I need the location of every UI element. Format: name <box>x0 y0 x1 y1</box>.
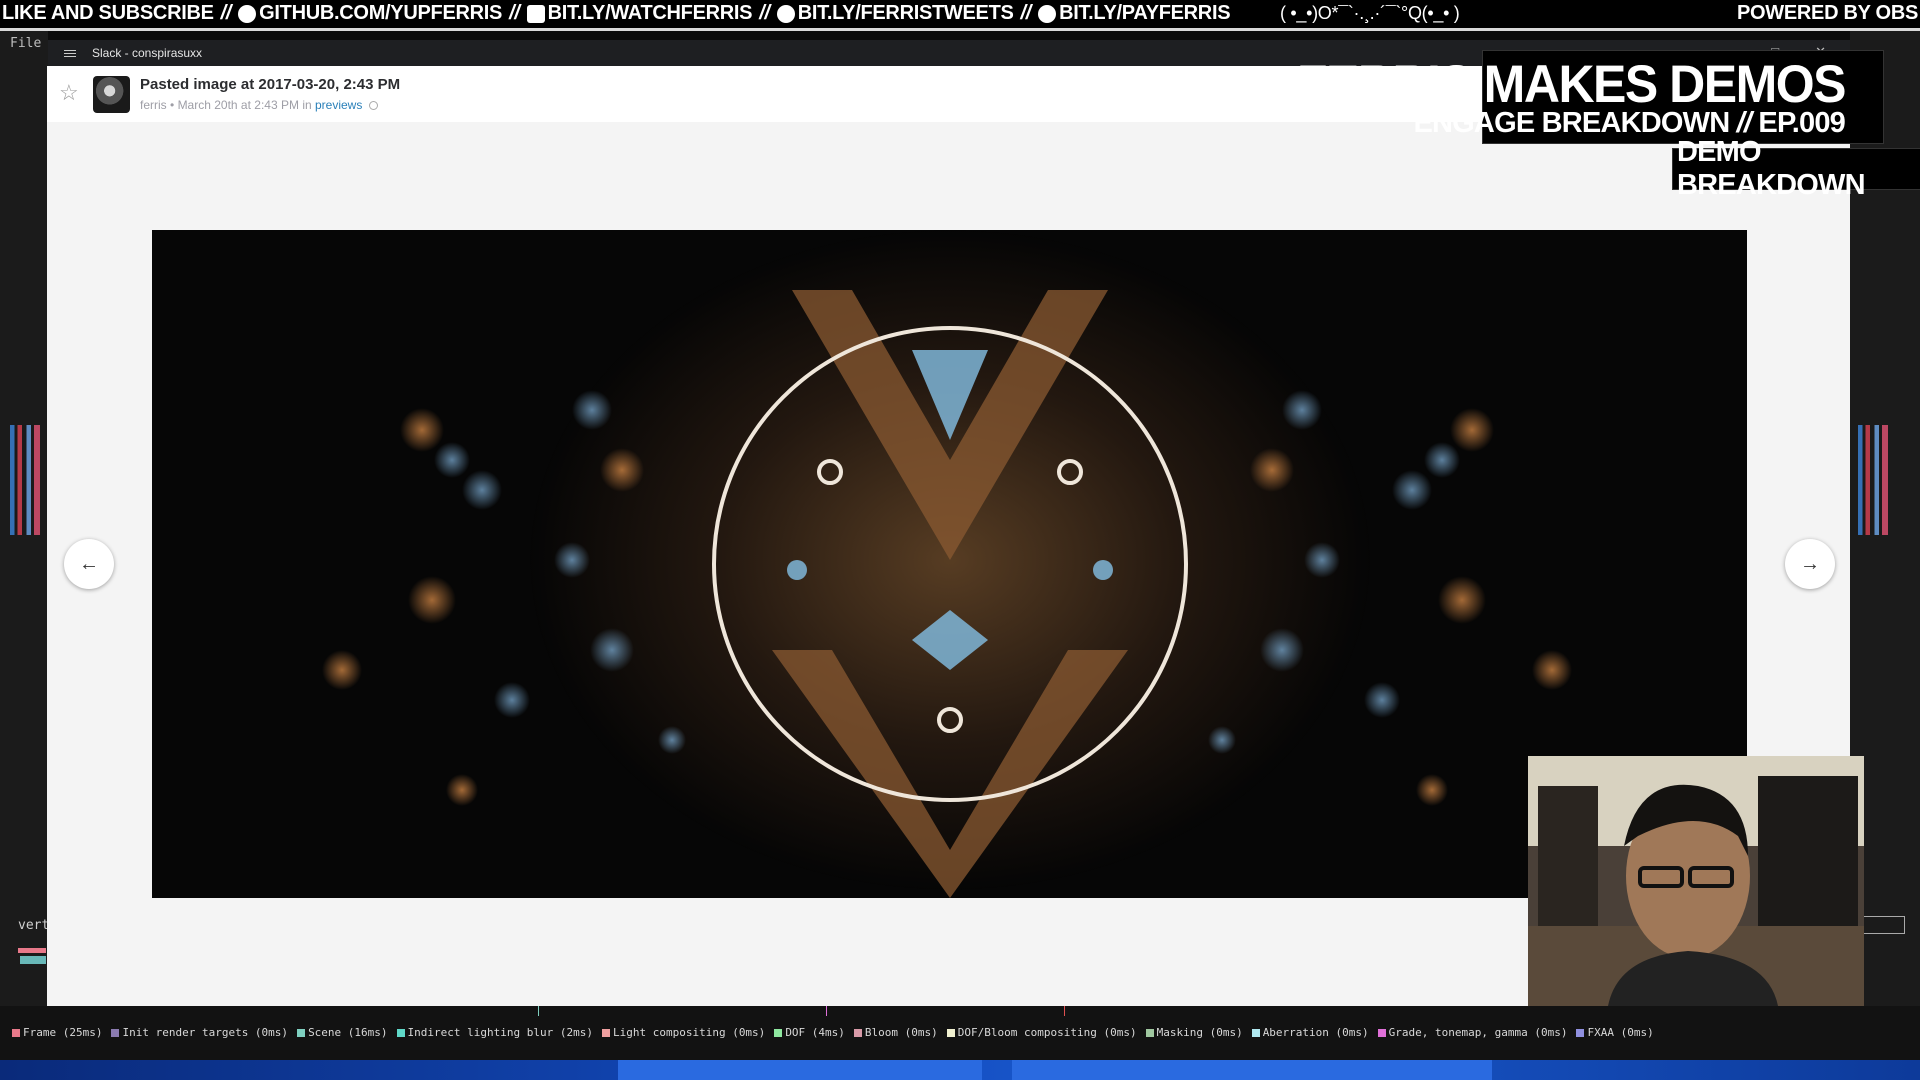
banner-link-twitter: BIT.LY/FERRISTWEETS <box>776 2 1014 25</box>
segment-label: DEMO BREAKDOWN <box>1677 136 1866 201</box>
webcam-image <box>1528 756 1864 1006</box>
window-title: Slack - conspirasuxx <box>92 46 203 60</box>
editor-preview-edge-left <box>10 425 40 535</box>
banner-lead: LIKE AND SUBSCRIBE <box>2 2 214 24</box>
editor-shader-label: vert <box>18 918 50 933</box>
legend-swatch <box>1377 1028 1386 1037</box>
banner-separator: // <box>759 2 770 24</box>
episode-separator: // <box>1736 107 1752 139</box>
profiler-legend: Frame (25ms) Init render targets (0ms) Sce… <box>12 1026 1654 1039</box>
banner-link-text: BIT.LY/PAYFERRIS <box>1059 2 1231 24</box>
legend-label: Indirect lighting blur (2ms) <box>407 1026 593 1039</box>
show-title: FERRIS MAKES DEMOS <box>1296 54 1847 114</box>
banner-link-twitch: BIT.LY/WATCHFERRIS <box>526 2 753 25</box>
banner-powered-by: POWERED BY OBS <box>1736 2 1918 24</box>
avatar[interactable] <box>93 76 130 113</box>
legend-item: Grade, tonemap, gamma (0ms) <box>1377 1026 1568 1039</box>
legend-swatch <box>396 1028 405 1037</box>
legend-label: Scene (16ms) <box>308 1026 388 1039</box>
episode-prefix: ENGAGE BREAKDOWN <box>1413 107 1730 139</box>
star-icon[interactable]: ☆ <box>59 80 79 106</box>
legend-label: DOF/Bloom compositing (0ms) <box>957 1026 1137 1039</box>
banner-separator: // <box>1020 2 1032 24</box>
profiler-timeline-tick <box>826 1006 827 1016</box>
banner-separator: // <box>220 2 232 24</box>
legend-item: Init render targets (0ms) <box>111 1026 288 1039</box>
legend-label: FXAA (0ms) <box>1587 1026 1654 1039</box>
legend-swatch <box>1576 1028 1585 1037</box>
demo-render-image <box>152 230 1747 898</box>
patreon-icon <box>1038 4 1057 23</box>
legend-item: Indirect lighting blur (2ms) <box>396 1026 593 1039</box>
previous-image-button[interactable]: ← <box>64 539 114 589</box>
show-title-card: FERRIS MAKES DEMOS ENGAGE BREAKDOWN // E… <box>1297 50 1884 144</box>
banner-link-patreon: BIT.LY/PAYFERRIS <box>1038 2 1231 25</box>
file-author-link[interactable]: ferris <box>140 98 167 112</box>
twitter-icon <box>776 4 795 23</box>
legend-item: DOF/Bloom compositing (0ms) <box>946 1026 1137 1039</box>
legend-item: FXAA (0ms) <box>1576 1026 1654 1039</box>
editor-file-menu[interactable]: File <box>10 36 41 51</box>
legend-swatch <box>853 1028 862 1037</box>
editor-right-widget[interactable] <box>1863 916 1905 934</box>
legend-label: Masking (0ms) <box>1156 1026 1243 1039</box>
webcam-feed <box>1528 756 1864 1006</box>
legend-label: Frame (25ms) <box>23 1026 103 1039</box>
legend-label: DOF (4ms) <box>785 1026 845 1039</box>
legend-swatch <box>297 1028 306 1037</box>
editor-mini-graph-bar <box>18 948 46 953</box>
episode-number: EP.009 <box>1758 107 1845 139</box>
legend-item: Masking (0ms) <box>1145 1026 1243 1039</box>
profiler-timeline-tick <box>538 1006 539 1016</box>
legend-label: Bloom (0ms) <box>864 1026 938 1039</box>
legend-swatch <box>1145 1028 1154 1037</box>
legend-label: Aberration (0ms) <box>1262 1026 1369 1039</box>
hamburger-menu-icon[interactable] <box>64 49 76 57</box>
taskbar-item[interactable] <box>1012 1060 1492 1080</box>
github-icon <box>238 4 257 23</box>
meta-separator: • <box>170 98 175 112</box>
share-info-icon[interactable] <box>368 101 378 111</box>
legend-label: Light compositing (0ms) <box>612 1026 766 1039</box>
legend-swatch <box>946 1028 955 1037</box>
taskbar-item[interactable] <box>618 1060 982 1080</box>
legend-item: Frame (25ms) <box>12 1026 102 1039</box>
legend-item: Bloom (0ms) <box>853 1026 938 1039</box>
banner-link-text: GITHUB.COM/YUPFERRIS <box>259 2 503 24</box>
legend-item: Light compositing (0ms) <box>601 1026 766 1039</box>
file-in-text: in <box>302 98 312 112</box>
segment-tag: DEMO BREAKDOWN <box>1672 136 1920 201</box>
legend-item: Scene (16ms) <box>297 1026 388 1039</box>
pasted-image[interactable] <box>152 230 1747 898</box>
arrow-right-icon: → <box>1800 552 1820 575</box>
legend-label: Init render targets (0ms) <box>122 1026 289 1039</box>
arrow-left-icon: ← <box>79 552 99 575</box>
file-date: March 20th at 2:43 PM <box>177 98 299 112</box>
legend-swatch <box>774 1028 783 1037</box>
legend-label: Grade, tonemap, gamma (0ms) <box>1388 1026 1568 1039</box>
legend-swatch <box>111 1028 120 1037</box>
banner-link-text: BIT.LY/FERRISTWEETS <box>797 2 1014 24</box>
legend-swatch <box>601 1028 610 1037</box>
legend-item: Aberration (0ms) <box>1251 1026 1369 1039</box>
banner-link-github: GITHUB.COM/YUPFERRIS <box>238 2 502 25</box>
editor-mini-graph-bar <box>20 956 46 964</box>
profiler-timeline-tick <box>1064 1006 1065 1016</box>
legend-item: DOF (4ms) <box>774 1026 845 1039</box>
file-meta: ferris • March 20th at 2:43 PM in previe… <box>140 98 378 112</box>
banner-links: LIKE AND SUBSCRIBE // GITHUB.COM/YUPFERR… <box>2 2 1231 25</box>
banner-link-text: BIT.LY/WATCHFERRIS <box>547 2 753 24</box>
banner-separator: // <box>509 2 520 24</box>
banner-divider <box>0 28 1920 31</box>
file-title: Pasted image at 2017-03-20, 2:43 PM <box>140 76 401 93</box>
twitch-icon <box>526 4 545 23</box>
legend-swatch <box>12 1028 20 1037</box>
legend-swatch <box>1251 1028 1260 1037</box>
channel-link[interactable]: previews <box>315 98 362 112</box>
editor-left-pane <box>0 31 48 1060</box>
editor-preview-edge-right <box>1858 425 1888 535</box>
stream-banner: LIKE AND SUBSCRIBE // GITHUB.COM/YUPFERR… <box>0 0 1920 28</box>
next-image-button[interactable]: → <box>1785 539 1835 589</box>
banner-emoticon: ( •_•)O*¯`·.¸.·´¯`°Q(•_• ) <box>1280 3 1460 23</box>
